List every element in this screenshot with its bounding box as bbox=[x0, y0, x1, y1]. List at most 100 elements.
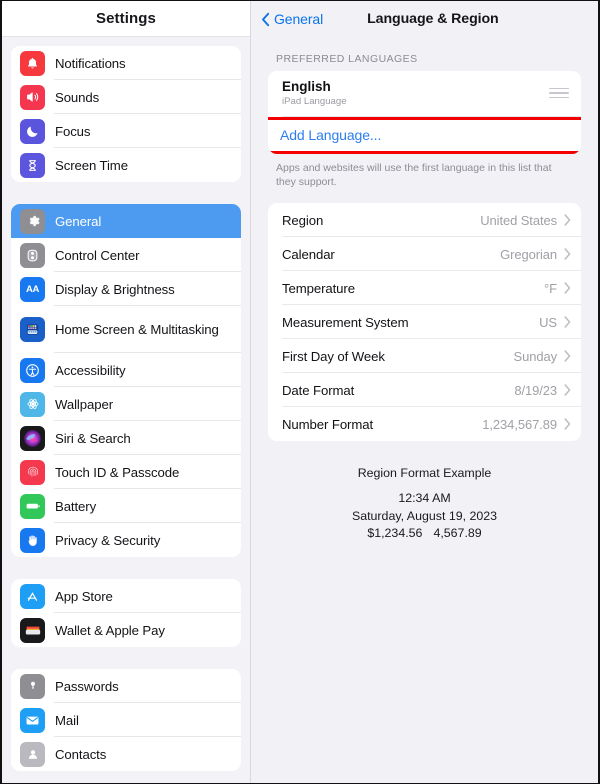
bell-icon bbox=[20, 50, 45, 76]
app-store-icon bbox=[20, 583, 45, 609]
aa-icon: AA bbox=[20, 276, 45, 302]
row-label: Temperature bbox=[282, 280, 355, 296]
sidebar-item-sounds[interactable]: Sounds bbox=[11, 80, 241, 114]
back-button-general[interactable]: General bbox=[261, 11, 323, 27]
sidebar-item-control-center[interactable]: Control Center bbox=[11, 238, 241, 272]
sidebar-item-screen-time[interactable]: Screen Time bbox=[11, 148, 241, 182]
wallet-icon bbox=[20, 617, 45, 643]
chevron-right-icon bbox=[564, 350, 571, 362]
row-label: First Day of Week bbox=[282, 348, 385, 364]
chevron-right-icon bbox=[564, 214, 571, 226]
language-row-english[interactable]: English iPad Language bbox=[268, 71, 581, 116]
accessibility-icon bbox=[20, 357, 45, 383]
sidebar-item-label: Wallet & Apple Pay bbox=[55, 622, 165, 638]
row-number-format[interactable]: Number Format 1,234,567.89 bbox=[268, 407, 581, 441]
example-number: 4,567.89 bbox=[433, 526, 482, 540]
speaker-icon bbox=[20, 84, 45, 110]
example-numbers: $1,234.56 4,567.89 bbox=[268, 525, 581, 543]
sidebar-item-label: Notifications bbox=[55, 55, 126, 71]
home-screen-icon bbox=[20, 317, 45, 342]
preferred-languages-header: PREFERRED LANGUAGES bbox=[276, 53, 418, 65]
sidebar-item-label: Touch ID & Passcode bbox=[55, 464, 180, 480]
hourglass-icon bbox=[20, 152, 45, 178]
sidebar-item-label: Privacy & Security bbox=[55, 532, 161, 548]
sidebar-item-siri-search[interactable]: Siri & Search bbox=[11, 421, 241, 455]
row-value: US bbox=[539, 314, 557, 330]
sidebar-group-2: General Control Center AA Display & Brig… bbox=[11, 204, 241, 557]
wallpaper-icon bbox=[20, 391, 45, 417]
row-label: Region bbox=[282, 212, 324, 228]
sidebar-item-app-store[interactable]: App Store bbox=[11, 579, 241, 613]
row-first-day-of-week[interactable]: First Day of Week Sunday bbox=[268, 339, 581, 373]
page-title: Language & Region bbox=[367, 11, 499, 27]
handle-line bbox=[549, 96, 569, 99]
chevron-right-icon bbox=[564, 248, 571, 260]
sidebar-item-label: Focus bbox=[55, 123, 91, 139]
sidebar-group-4: Passwords Mail Contacts bbox=[11, 669, 241, 771]
row-label: Calendar bbox=[282, 246, 335, 262]
preferred-languages-footnote: Apps and websites will use the first lan… bbox=[276, 162, 552, 188]
sidebar-item-label: Home Screen & Multitasking bbox=[55, 322, 219, 337]
settings-sidebar: Settings Notifications Sounds Focus Scre… bbox=[2, 1, 250, 783]
sidebar-item-battery[interactable]: Battery bbox=[11, 489, 241, 523]
sidebar-item-focus[interactable]: Focus bbox=[11, 114, 241, 148]
language-texts: English iPad Language bbox=[282, 78, 347, 108]
chevron-right-icon bbox=[564, 384, 571, 396]
sidebar-item-label: Contacts bbox=[55, 746, 107, 762]
sidebar-item-label: Wallpaper bbox=[55, 396, 113, 412]
sidebar-item-home-screen-multitasking[interactable]: Home Screen & Multitasking bbox=[11, 306, 241, 353]
row-date-format[interactable]: Date Format 8/19/23 bbox=[268, 373, 581, 407]
row-label: Date Format bbox=[282, 382, 355, 398]
row-right: Gregorian bbox=[500, 247, 571, 262]
row-label: Number Format bbox=[282, 416, 374, 432]
sidebar-item-passwords[interactable]: Passwords bbox=[11, 669, 241, 703]
sidebar-item-notifications[interactable]: Notifications bbox=[11, 46, 241, 80]
sliders-icon bbox=[20, 242, 45, 268]
sidebar-header: Settings bbox=[2, 1, 250, 37]
detail-header: General Language & Region bbox=[251, 1, 598, 37]
sidebar-item-accessibility[interactable]: Accessibility bbox=[11, 353, 241, 387]
row-region[interactable]: Region United States bbox=[268, 203, 581, 237]
key-icon bbox=[20, 673, 45, 699]
row-right: 8/19/23 bbox=[514, 383, 571, 398]
example-currency: $1,234.56 bbox=[367, 526, 423, 540]
row-measurement-system[interactable]: Measurement System US bbox=[268, 305, 581, 339]
sidebar-group-3: App Store Wallet & Apple Pay bbox=[11, 579, 241, 647]
handle-line bbox=[549, 87, 569, 90]
add-language-button[interactable]: Add Language... bbox=[271, 120, 578, 151]
sidebar-item-wallpaper[interactable]: Wallpaper bbox=[11, 387, 241, 421]
reorder-handle-icon[interactable] bbox=[549, 87, 569, 99]
row-value: United States bbox=[480, 212, 557, 228]
sidebar-item-wallet-apple-pay[interactable]: Wallet & Apple Pay bbox=[11, 613, 241, 647]
handle-line bbox=[549, 92, 569, 94]
row-value: Sunday bbox=[513, 348, 558, 364]
sidebar-item-label: Passwords bbox=[55, 678, 119, 694]
language-subtitle: iPad Language bbox=[282, 96, 347, 107]
battery-icon bbox=[20, 493, 45, 519]
sidebar-item-touch-id-passcode[interactable]: Touch ID & Passcode bbox=[11, 455, 241, 489]
row-value: °F bbox=[544, 280, 557, 296]
sidebar-item-display-brightness[interactable]: AA Display & Brightness bbox=[11, 272, 241, 306]
sidebar-item-label: Siri & Search bbox=[55, 430, 131, 446]
row-right: US bbox=[539, 315, 571, 330]
hand-icon bbox=[20, 527, 45, 553]
sidebar-item-general[interactable]: General bbox=[11, 204, 241, 238]
sidebar-scroll-area[interactable]: Notifications Sounds Focus Screen Time G… bbox=[2, 37, 250, 783]
sidebar-item-mail[interactable]: Mail bbox=[11, 703, 241, 737]
example-title: Region Format Example bbox=[357, 466, 492, 480]
sidebar-item-label: Display & Brightness bbox=[55, 281, 175, 297]
row-right: Sunday bbox=[514, 349, 572, 364]
sidebar-item-label: Control Center bbox=[55, 247, 140, 263]
sidebar-item-privacy-security[interactable]: Privacy & Security bbox=[11, 523, 241, 557]
chevron-right-icon bbox=[564, 418, 571, 430]
sidebar-item-contacts[interactable]: Contacts bbox=[11, 737, 241, 771]
row-right: United States bbox=[480, 213, 571, 228]
contacts-icon bbox=[20, 741, 45, 767]
sidebar-item-label: Screen Time bbox=[55, 157, 128, 173]
row-temperature[interactable]: Temperature °F bbox=[268, 271, 581, 305]
sidebar-item-label: Accessibility bbox=[55, 362, 126, 378]
row-calendar[interactable]: Calendar Gregorian bbox=[268, 237, 581, 271]
add-language-highlight-box: Add Language... bbox=[268, 117, 581, 154]
example-time: 12:34 AM bbox=[398, 491, 451, 505]
region-format-example: Region Format Example 12:34 AM Saturday,… bbox=[268, 441, 581, 543]
